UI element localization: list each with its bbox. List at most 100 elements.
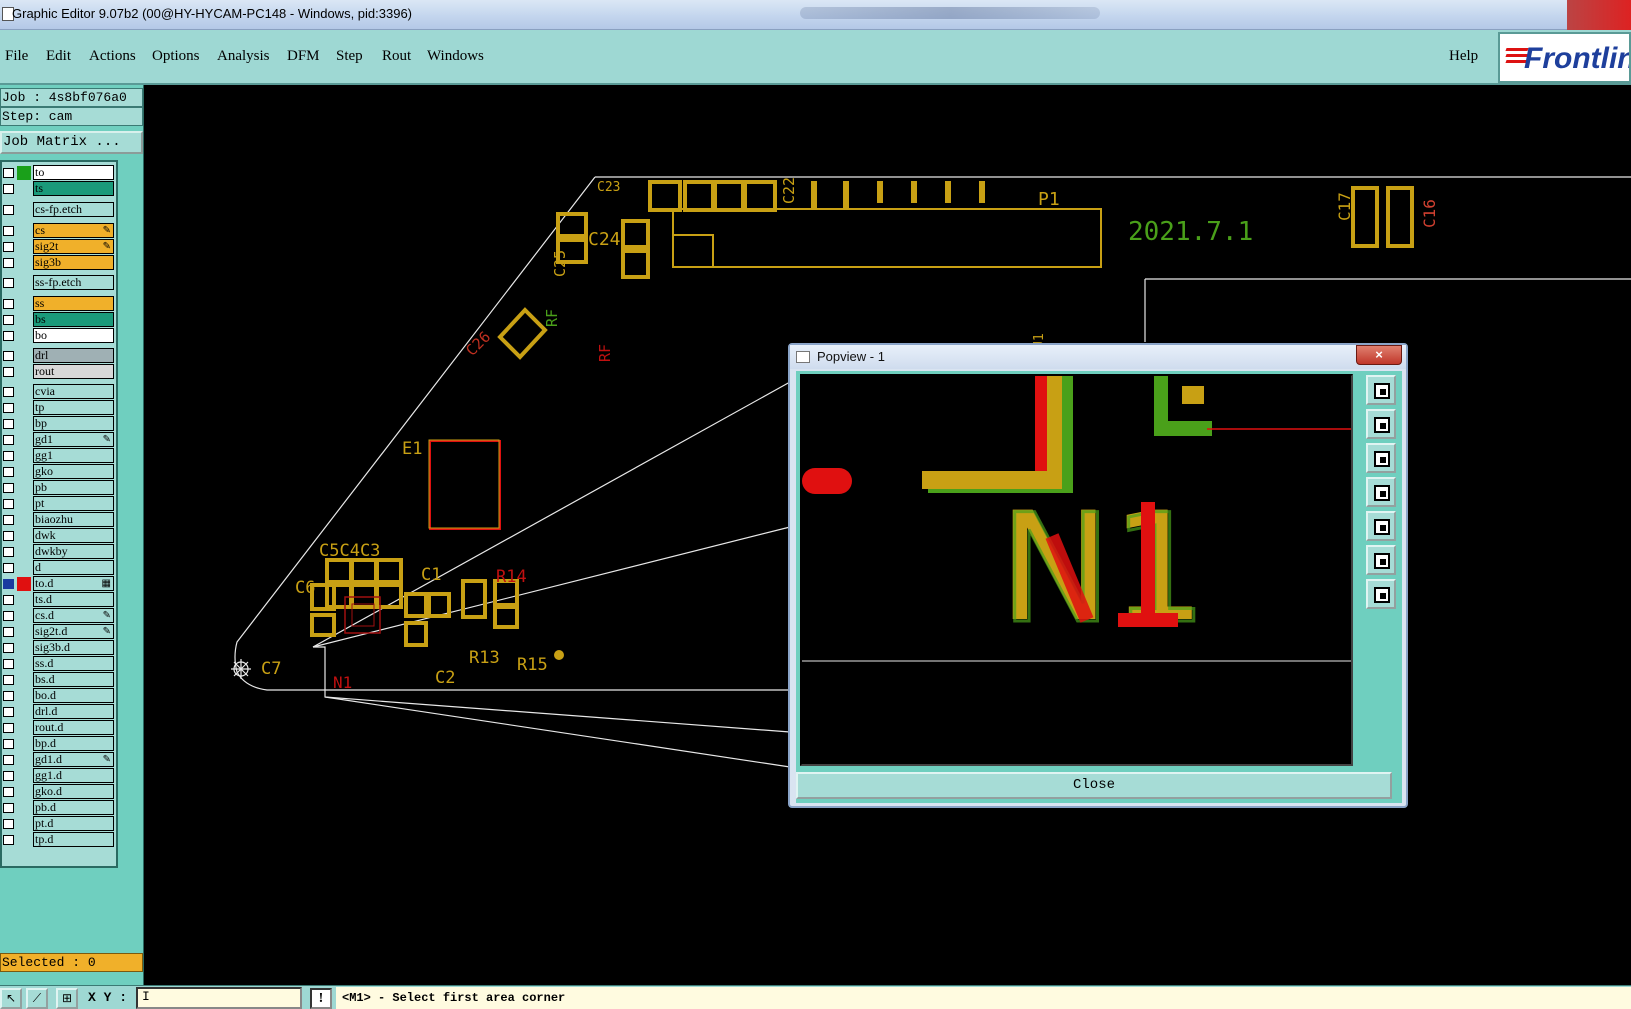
layer-label[interactable]: bo.d	[33, 688, 114, 703]
layer-label[interactable]: dwkby	[33, 544, 114, 559]
layer-row[interactable]: ts	[2, 181, 116, 196]
layer-color-swatch[interactable]	[17, 625, 31, 639]
popview-titlebar[interactable]: Popview - 1 ×	[790, 345, 1406, 369]
layer-checkbox[interactable]	[3, 515, 14, 525]
layer-checkbox[interactable]	[3, 315, 14, 325]
layer-checkbox[interactable]	[3, 755, 14, 765]
layer-row[interactable]: cvia	[2, 384, 116, 399]
grid-icon[interactable]: ⊞	[56, 988, 78, 1009]
layer-color-swatch[interactable]	[17, 349, 31, 363]
zoom-out-icon[interactable]	[1366, 545, 1396, 575]
layer-checkbox[interactable]	[3, 226, 14, 236]
menu-analysis[interactable]: Analysis	[217, 48, 270, 65]
layer-label[interactable]: ss-fp.etch	[33, 275, 114, 290]
layer-checkbox[interactable]	[3, 579, 14, 589]
layer-checkbox[interactable]	[3, 403, 14, 413]
popview-close-button[interactable]: Close	[796, 772, 1392, 799]
layer-label[interactable]: cs-fp.etch	[33, 202, 114, 217]
layer-row[interactable]: to	[2, 165, 116, 180]
layer-color-swatch[interactable]	[17, 785, 31, 799]
layer-color-swatch[interactable]	[17, 737, 31, 751]
pan-down-icon[interactable]	[1366, 443, 1396, 473]
layer-label[interactable]: gko.d	[33, 784, 114, 799]
layer-label[interactable]: rout	[33, 364, 114, 379]
layer-row[interactable]: bs	[2, 312, 116, 327]
layer-checkbox[interactable]	[3, 242, 14, 252]
layer-label[interactable]: gg1.d	[33, 768, 114, 783]
layer-color-swatch[interactable]	[17, 203, 31, 217]
layer-label[interactable]: cvia	[33, 384, 114, 399]
layer-color-swatch[interactable]	[17, 182, 31, 196]
layer-row[interactable]: tp.d	[2, 832, 116, 847]
layer-label[interactable]: bp.d	[33, 736, 114, 751]
layer-row[interactable]: gko	[2, 464, 116, 479]
layer-checkbox[interactable]	[3, 467, 14, 477]
layer-checkbox[interactable]	[3, 675, 14, 685]
layer-label[interactable]: ts.d	[33, 592, 114, 607]
layer-checkbox[interactable]	[3, 563, 14, 573]
layer-label[interactable]: gko	[33, 464, 114, 479]
layer-checkbox[interactable]	[3, 531, 14, 541]
layer-color-swatch[interactable]	[17, 329, 31, 343]
layer-checkbox[interactable]	[3, 547, 14, 557]
layer-color-swatch[interactable]	[17, 721, 31, 735]
layer-row[interactable]: ss.d	[2, 656, 116, 671]
layer-color-swatch[interactable]	[17, 401, 31, 415]
layer-label[interactable]: drl.d	[33, 704, 114, 719]
layer-row[interactable]: cs ✎	[2, 223, 116, 238]
layer-color-swatch[interactable]	[17, 465, 31, 479]
layer-row[interactable]: pb	[2, 480, 116, 495]
snap-icon[interactable]: ⟋	[26, 988, 48, 1009]
layer-label[interactable]: sig2t.d ✎	[33, 624, 114, 639]
layer-checkbox[interactable]	[3, 451, 14, 461]
layer-row[interactable]: sig2t ✎	[2, 239, 116, 254]
layer-checkbox[interactable]	[3, 331, 14, 341]
layer-row[interactable]: cs.d ✎	[2, 608, 116, 623]
layer-checkbox[interactable]	[3, 278, 14, 288]
layer-color-swatch[interactable]	[17, 313, 31, 327]
job-matrix-button[interactable]: Job Matrix ...	[0, 131, 143, 154]
layer-checkbox[interactable]	[3, 691, 14, 701]
xy-input[interactable]: I	[136, 987, 302, 1009]
layer-color-swatch[interactable]	[17, 276, 31, 290]
layer-checkbox[interactable]	[3, 435, 14, 445]
layer-color-swatch[interactable]	[17, 240, 31, 254]
layer-color-swatch[interactable]	[17, 297, 31, 311]
layer-row[interactable]: pb.d	[2, 800, 116, 815]
layer-label[interactable]: sig3b.d	[33, 640, 114, 655]
layer-label[interactable]: pt.d	[33, 816, 114, 831]
layer-label[interactable]: cs ✎	[33, 223, 114, 238]
layer-row[interactable]: tp	[2, 400, 116, 415]
layer-color-swatch[interactable]	[17, 166, 31, 180]
layer-checkbox[interactable]	[3, 739, 14, 749]
layer-label[interactable]: to	[33, 165, 114, 180]
menu-dfm[interactable]: DFM	[287, 48, 320, 65]
pan-up-icon[interactable]	[1366, 409, 1396, 439]
layer-row[interactable]: gg1.d	[2, 768, 116, 783]
layer-color-swatch[interactable]	[17, 657, 31, 671]
layer-row[interactable]: to.d ▦	[2, 576, 116, 591]
layer-checkbox[interactable]	[3, 419, 14, 429]
layer-checkbox[interactable]	[3, 771, 14, 781]
menu-step[interactable]: Step	[336, 48, 363, 65]
layer-color-swatch[interactable]	[17, 545, 31, 559]
layer-label[interactable]: tp.d	[33, 832, 114, 847]
layer-row[interactable]: ts.d	[2, 592, 116, 607]
layer-label[interactable]: pb.d	[33, 800, 114, 815]
menu-file[interactable]: File	[5, 48, 28, 65]
pan-left-icon[interactable]	[1366, 477, 1396, 507]
layer-row[interactable]: bs.d	[2, 672, 116, 687]
layer-label[interactable]: rout.d	[33, 720, 114, 735]
layer-row[interactable]: biaozhu	[2, 512, 116, 527]
layer-checkbox[interactable]	[3, 835, 14, 845]
layer-checkbox[interactable]	[3, 595, 14, 605]
menu-help[interactable]: Help	[1449, 48, 1478, 65]
layer-label[interactable]: tp	[33, 400, 114, 415]
popview-canvas[interactable]: N1 N1	[800, 374, 1353, 766]
layer-color-swatch[interactable]	[17, 529, 31, 543]
layer-checkbox[interactable]	[3, 205, 14, 215]
layer-row[interactable]: gd1.d ✎	[2, 752, 116, 767]
layer-row[interactable]: drl	[2, 348, 116, 363]
layer-label[interactable]: bp	[33, 416, 114, 431]
layer-checkbox[interactable]	[3, 299, 14, 309]
